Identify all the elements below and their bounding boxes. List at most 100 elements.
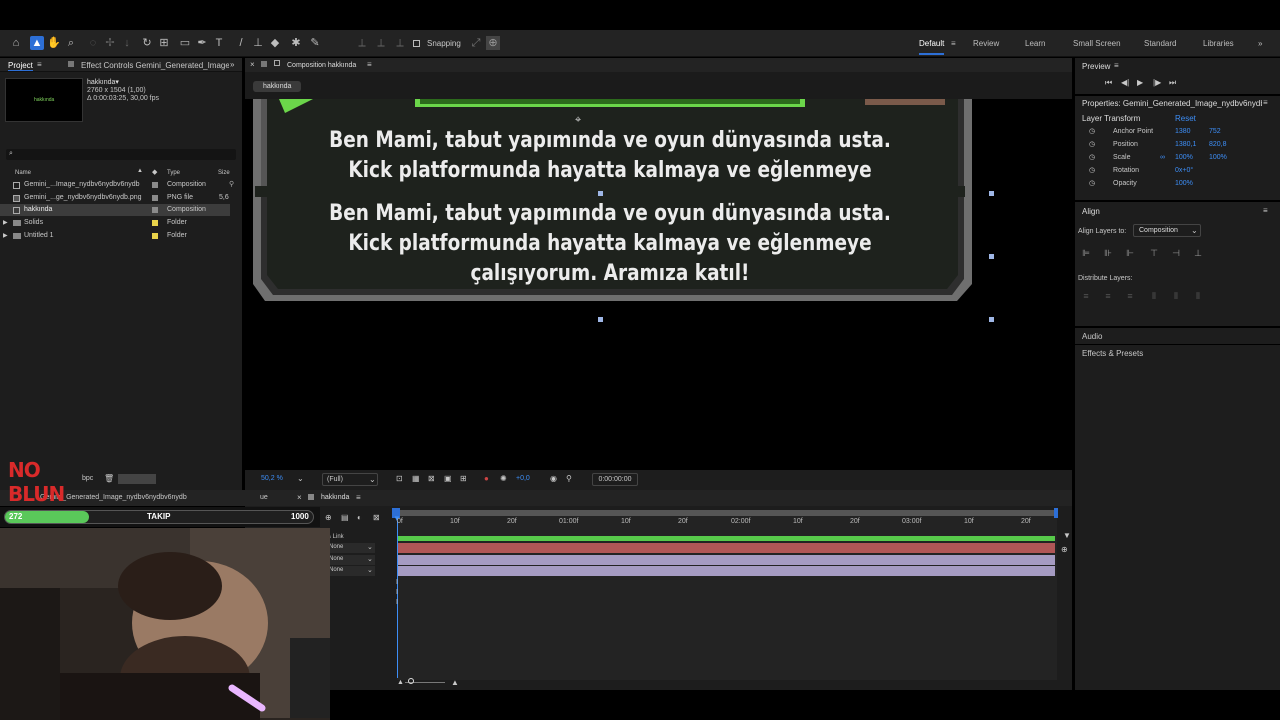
type-tool-icon[interactable]: T (212, 36, 226, 50)
align-hcenter-icon[interactable]: ⊪ (1103, 248, 1113, 258)
close-tab-icon[interactable]: × (250, 60, 255, 69)
project-menu-icon[interactable]: ≡ (37, 60, 42, 69)
show-snapshot-icon[interactable]: ⚲ (566, 474, 572, 483)
zoom-tool-icon[interactable]: ⌕ (64, 36, 78, 50)
properties-menu-icon[interactable]: ≡ (1263, 98, 1268, 107)
effects-presets-panel[interactable]: Effects & Presets (1075, 345, 1280, 690)
keyframe-icon[interactable]: I (396, 599, 398, 606)
zoom-dropdown-icon[interactable]: ⌄ (297, 474, 304, 483)
resolution-select[interactable]: (Full) ⌄ (322, 473, 378, 486)
stopwatch-icon[interactable]: ◷ (1089, 151, 1095, 164)
transform-handle[interactable] (598, 317, 603, 322)
hand-tool-icon[interactable]: ✋ (47, 36, 61, 50)
zoom-level[interactable]: 50,2 % (261, 475, 283, 482)
channels-icon[interactable]: ● (484, 474, 489, 483)
align-vcenter-icon[interactable]: ⊣ (1171, 248, 1181, 258)
tab-effect-controls[interactable]: Effect Controls Gemini_Generated_Image_n… (81, 61, 229, 70)
region-of-interest-icon[interactable]: ⊡ (396, 474, 403, 483)
anchor-tool-icon[interactable]: ⊞ (157, 36, 171, 50)
flowchart-icon[interactable]: ⚲ (229, 179, 234, 191)
zoom-slider-knob[interactable] (408, 678, 414, 684)
label-tag-icon[interactable]: ◆ (152, 168, 157, 176)
effect-controls-lock-icon[interactable] (68, 61, 74, 67)
clone-stamp-icon[interactable]: ⊥ (251, 36, 265, 50)
comp-breadcrumb[interactable]: hakkında (253, 81, 302, 92)
lock-icon[interactable] (261, 61, 267, 67)
layer-bar-lavender[interactable] (397, 555, 1055, 565)
dolly-tool-icon[interactable]: ↓ (120, 36, 134, 50)
guides-icon[interactable]: ⊞ (460, 474, 467, 483)
selection-tool-icon[interactable]: ▲ (30, 36, 44, 50)
workspace-libraries[interactable]: Libraries (1203, 39, 1234, 48)
pan-tool-icon[interactable]: ✢ (103, 36, 117, 50)
trash-icon[interactable]: 🗑 (104, 474, 114, 483)
transform-handle[interactable] (598, 191, 603, 196)
roto-brush-icon[interactable]: ✱ (289, 36, 303, 50)
anchor-point-icon[interactable]: ⌖ (575, 114, 581, 127)
stopwatch-icon[interactable]: ◷ (1089, 177, 1095, 190)
stopwatch-icon[interactable]: ◷ (1089, 138, 1095, 151)
close-tab-icon[interactable]: × (297, 493, 302, 502)
transparency-grid-icon[interactable]: ▦ (412, 474, 420, 483)
workspace-menu-icon[interactable]: ≡ (951, 39, 956, 48)
rectangle-tool-icon[interactable]: ▭ (178, 36, 192, 50)
comp-marker-icon[interactable]: ▼ (1063, 531, 1071, 540)
workspace-small-screen[interactable]: Small Screen (1073, 39, 1121, 48)
expand-arrow-icon[interactable]: ▶ (3, 217, 8, 229)
current-time-field[interactable]: 0:00:00:00 (592, 473, 638, 486)
stopwatch-icon[interactable]: ◷ (1089, 125, 1095, 138)
distribute-vcenter-icon[interactable]: ≡ (1103, 291, 1113, 301)
prev-frame-icon[interactable]: ◀| (1121, 78, 1129, 87)
next-frame-icon[interactable]: |▶ (1153, 78, 1161, 87)
work-area-bar[interactable] (397, 510, 1057, 516)
zoom-out-icon[interactable]: ▲ (397, 679, 404, 686)
pen-tool-icon[interactable]: ✒ (195, 36, 209, 50)
snapping-checkbox[interactable] (413, 40, 420, 47)
stopwatch-icon[interactable]: ◷ (1089, 164, 1095, 177)
zoom-in-icon[interactable]: ▲ (451, 678, 459, 687)
timeline-menu-icon[interactable]: ≡ (356, 493, 361, 502)
puppet-pin-icon[interactable]: ✎ (308, 36, 322, 50)
parent-select[interactable]: None ⌄ (327, 555, 375, 565)
col-name-header[interactable]: Name (15, 170, 31, 176)
transform-handle[interactable] (989, 254, 994, 259)
home-icon[interactable]: ⌂ (9, 36, 23, 50)
distribute-hcenter-icon[interactable]: ⦀ (1171, 291, 1181, 301)
mask-visibility-icon[interactable]: ⊠ (428, 474, 435, 483)
layer-bar-lavender[interactable] (397, 566, 1055, 576)
axis-world-icon[interactable]: ⟂ (374, 36, 388, 50)
keyframe-icon[interactable]: I (396, 589, 398, 596)
work-area-end[interactable] (1054, 508, 1058, 518)
exposure-value[interactable]: +0,0 (516, 475, 530, 482)
rotate-tool-icon[interactable]: ↻ (140, 36, 154, 50)
distribute-bottom-icon[interactable]: ≡ (1125, 291, 1135, 301)
layer-bar-red[interactable] (397, 543, 1055, 553)
brush-tool-icon[interactable]: / (234, 36, 248, 50)
keyframe-icon[interactable]: I (396, 579, 398, 586)
audio-panel-header[interactable]: Audio (1075, 328, 1280, 344)
tab-composition[interactable]: Composition hakkında (287, 62, 356, 69)
snapshot-icon[interactable]: ◉ (550, 474, 557, 483)
workspace-learn[interactable]: Learn (1025, 39, 1045, 48)
project-item-selected[interactable]: hakkında Composition (0, 204, 230, 216)
first-frame-icon[interactable]: ⏮ (1105, 78, 1112, 88)
thumbnail-slider[interactable] (118, 474, 156, 484)
parent-select[interactable]: None ⌄ (327, 566, 375, 576)
project-item[interactable]: ▶ Solids Folder (0, 217, 240, 229)
graph-editor-icon[interactable]: ⊠ (373, 513, 380, 522)
grid-icon[interactable]: ▣ (444, 474, 452, 483)
orbit-tool-icon[interactable]: ◌ (86, 36, 100, 50)
draft-3d-icon[interactable]: ▤ (341, 513, 349, 522)
snap-features-icon[interactable]: ⊕ (486, 36, 500, 50)
align-bottom-icon[interactable]: ⊥ (1193, 248, 1203, 258)
panel-menu-icon[interactable]: ≡ (367, 60, 372, 69)
col-type-header[interactable]: Type (167, 170, 180, 176)
tab-comp-left[interactable]: ue (260, 494, 268, 501)
align-menu-icon[interactable]: ≡ (1263, 206, 1268, 215)
expand-arrow-icon[interactable]: ▶ (3, 230, 8, 242)
snap-edges-icon[interactable]: ⤢ (469, 36, 483, 50)
preview-menu-icon[interactable]: ≡ (1114, 61, 1119, 70)
eraser-tool-icon[interactable]: ◆ (268, 36, 282, 50)
distribute-left-icon[interactable]: ⦀ (1149, 291, 1159, 301)
workspace-default[interactable]: Default (919, 39, 945, 55)
